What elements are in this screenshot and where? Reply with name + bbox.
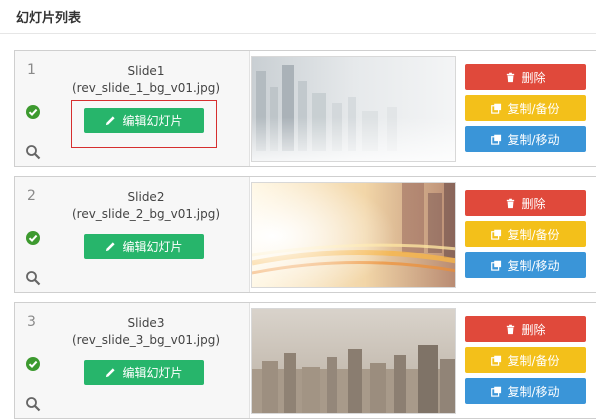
slide-thumbnail[interactable]	[251, 308, 456, 414]
title-divider	[0, 33, 596, 34]
search-icon[interactable]	[25, 270, 41, 286]
copy-backup-button[interactable]: 复制/备份	[465, 95, 586, 121]
copy-move-button[interactable]: 复制/移动	[465, 126, 586, 152]
copy-move-label: 复制/移动	[507, 132, 560, 147]
copy-backup-label: 复制/备份	[507, 227, 560, 242]
delete-label: 删除	[521, 196, 546, 211]
copy-move-label: 复制/移动	[507, 258, 560, 273]
edit-slide-label: 编辑幻灯片	[122, 366, 183, 380]
copy-icon	[491, 134, 502, 145]
copy-icon	[491, 229, 502, 240]
trash-icon	[507, 198, 515, 208]
delete-button[interactable]: 删除	[465, 316, 586, 342]
delete-button[interactable]: 删除	[465, 64, 586, 90]
check-circle-icon	[26, 357, 40, 371]
slide-number: 2	[27, 188, 36, 204]
slide-filename: (rev_slide_2_bg_v01.jpg)	[71, 207, 221, 221]
trash-icon	[507, 324, 515, 334]
slide-number: 1	[27, 62, 36, 78]
slide-thumbnail[interactable]	[251, 56, 456, 162]
slide-info-panel: 1 Slide1 (rev_slide_1_bg_v01.jpg) 编辑幻灯片	[15, 51, 250, 166]
trash-icon	[507, 72, 515, 82]
slide-actions: 删除 复制/备份 复制/移动	[465, 190, 586, 283]
copy-icon	[491, 355, 502, 366]
delete-label: 删除	[521, 322, 546, 337]
check-circle-icon	[26, 105, 40, 119]
slide-number: 3	[27, 314, 36, 330]
edit-slide-label: 编辑幻灯片	[122, 240, 183, 254]
check-circle-icon	[26, 231, 40, 245]
copy-icon	[491, 260, 502, 271]
slide-filename: (rev_slide_1_bg_v01.jpg)	[71, 81, 221, 95]
copy-backup-label: 复制/备份	[507, 353, 560, 368]
slide-title: Slide3	[127, 316, 165, 330]
slide-title: Slide2	[127, 190, 165, 204]
pencil-icon	[106, 368, 116, 378]
slide-row-2: 2 Slide2 (rev_slide_2_bg_v01.jpg) 编辑幻灯片	[14, 176, 596, 293]
search-icon[interactable]	[25, 144, 41, 160]
slide-actions: 删除 复制/备份 复制/移动	[465, 64, 586, 157]
slide-row-3: 3 Slide3 (rev_slide_3_bg_v01.jpg) 编辑幻灯片	[14, 302, 596, 419]
copy-backup-label: 复制/备份	[507, 101, 560, 116]
slide-row-1: 1 Slide1 (rev_slide_1_bg_v01.jpg) 编辑幻灯片	[14, 50, 596, 167]
copy-backup-button[interactable]: 复制/备份	[465, 221, 586, 247]
edit-slide-label: 编辑幻灯片	[122, 114, 183, 128]
slide-info-panel: 2 Slide2 (rev_slide_2_bg_v01.jpg) 编辑幻灯片	[15, 177, 250, 292]
pencil-icon	[106, 242, 116, 252]
slide-filename: (rev_slide_3_bg_v01.jpg)	[71, 333, 221, 347]
pencil-icon	[106, 116, 116, 126]
search-icon[interactable]	[25, 396, 41, 412]
slide-title: Slide1	[127, 64, 165, 78]
copy-backup-button[interactable]: 复制/备份	[465, 347, 586, 373]
slide-info-panel: 3 Slide3 (rev_slide_3_bg_v01.jpg) 编辑幻灯片	[15, 303, 250, 418]
copy-icon	[491, 386, 502, 397]
delete-button[interactable]: 删除	[465, 190, 586, 216]
copy-icon	[491, 103, 502, 114]
page-title: 幻灯片列表	[16, 11, 82, 26]
copy-move-button[interactable]: 复制/移动	[465, 378, 586, 404]
edit-slide-button[interactable]: 编辑幻灯片	[84, 360, 204, 385]
slide-actions: 删除 复制/备份 复制/移动	[465, 316, 586, 409]
edit-slide-button[interactable]: 编辑幻灯片	[84, 234, 204, 259]
copy-move-button[interactable]: 复制/移动	[465, 252, 586, 278]
copy-move-label: 复制/移动	[507, 384, 560, 399]
delete-label: 删除	[521, 70, 546, 85]
edit-slide-button[interactable]: 编辑幻灯片	[84, 108, 204, 133]
slide-thumbnail[interactable]	[251, 182, 456, 288]
